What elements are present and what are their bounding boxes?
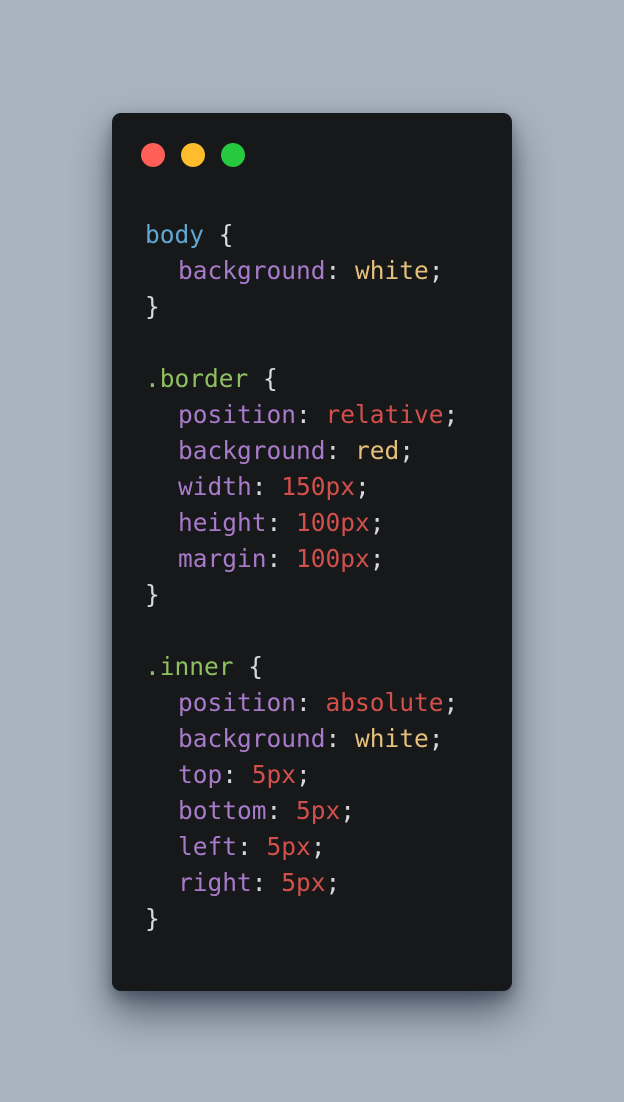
punctuation: :	[296, 688, 326, 717]
property-name: top	[178, 760, 223, 789]
code-line: background: red;	[145, 433, 458, 469]
punctuation: :	[325, 436, 356, 465]
punctuation: :	[266, 544, 297, 573]
punctuation: ;	[443, 688, 459, 717]
punctuation: :	[325, 256, 356, 285]
code-block: body {background: white;} .border {positi…	[145, 217, 458, 937]
punctuation: ;	[296, 760, 311, 789]
code-line: body {	[145, 217, 458, 253]
numeric-value: 5px	[266, 832, 311, 861]
numeric-value: 5px	[296, 796, 341, 825]
punctuation: ;	[428, 724, 444, 753]
code-line: position: absolute;	[145, 685, 458, 721]
punctuation: ;	[443, 400, 459, 429]
close-dot-icon[interactable]	[141, 143, 165, 167]
code-line: top: 5px;	[145, 757, 458, 793]
property-name: position	[178, 400, 297, 429]
property-name: bottom	[178, 796, 267, 825]
punctuation: :	[251, 868, 282, 897]
punctuation: :	[266, 508, 297, 537]
code-line: }	[145, 577, 458, 613]
code-line: }	[145, 901, 458, 937]
numeric-value: 150px	[281, 472, 356, 501]
punctuation: :	[266, 796, 297, 825]
keyword-value: red	[355, 436, 400, 465]
code-line: right: 5px;	[145, 865, 458, 901]
selector-tag: body	[145, 220, 205, 249]
punctuation: :	[325, 724, 356, 753]
punctuation: }	[145, 904, 160, 933]
maximize-dot-icon[interactable]	[221, 143, 245, 167]
numeric-value: 5px	[281, 868, 326, 897]
property-name: background	[178, 724, 326, 753]
punctuation: ;	[310, 832, 326, 861]
minimize-dot-icon[interactable]	[181, 143, 205, 167]
punctuation: ;	[369, 544, 385, 573]
code-line: background: white;	[145, 253, 458, 289]
property-name: background	[178, 256, 326, 285]
property-name: margin	[178, 544, 267, 573]
code-line: }	[145, 289, 458, 325]
punctuation: :	[237, 832, 267, 861]
punctuation: ;	[369, 508, 385, 537]
property-name: height	[178, 508, 267, 537]
code-line: margin: 100px;	[145, 541, 458, 577]
numeric-value: relative	[325, 400, 444, 429]
numeric-value: 100px	[296, 508, 370, 537]
selector-class: .inner	[145, 652, 234, 681]
punctuation: {	[204, 220, 234, 249]
punctuation: ;	[428, 256, 444, 285]
punctuation: }	[145, 580, 160, 609]
punctuation: {	[248, 364, 278, 393]
numeric-value: 5px	[251, 760, 297, 789]
punctuation: :	[251, 472, 282, 501]
keyword-value: white	[355, 256, 429, 285]
punctuation: :	[222, 760, 252, 789]
property-name: width	[178, 472, 252, 501]
punctuation: :	[296, 400, 326, 429]
property-name: background	[178, 436, 326, 465]
code-line: left: 5px;	[145, 829, 458, 865]
code-line: .border {	[145, 361, 458, 397]
numeric-value: 100px	[296, 544, 370, 573]
property-name: right	[178, 868, 252, 897]
punctuation: ;	[399, 436, 415, 465]
punctuation: }	[145, 292, 160, 321]
code-line: bottom: 5px;	[145, 793, 458, 829]
code-window: body {background: white;} .border {positi…	[112, 113, 512, 991]
code-line: position: relative;	[145, 397, 458, 433]
code-line: background: white;	[145, 721, 458, 757]
keyword-value: white	[355, 724, 429, 753]
punctuation: ;	[355, 472, 370, 501]
code-line: width: 150px;	[145, 469, 458, 505]
punctuation: {	[233, 652, 264, 681]
punctuation: ;	[325, 868, 341, 897]
numeric-value: absolute	[325, 688, 444, 717]
property-name: position	[178, 688, 297, 717]
code-line: height: 100px;	[145, 505, 458, 541]
selector-class: .border	[145, 364, 249, 393]
property-name: left	[178, 832, 238, 861]
punctuation: ;	[340, 796, 356, 825]
code-line: .inner {	[145, 649, 458, 685]
